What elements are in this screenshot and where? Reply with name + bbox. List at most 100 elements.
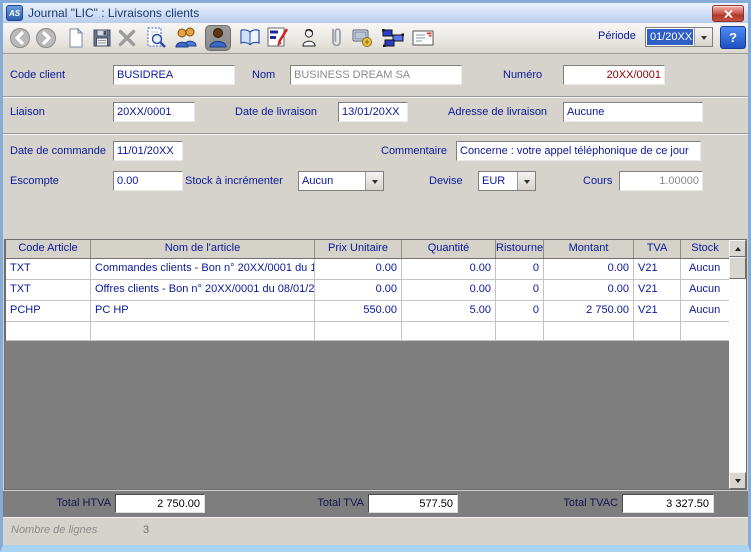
cell-quantite: 5.00 xyxy=(402,301,496,321)
cell-ristourne: 0 xyxy=(496,259,544,279)
scroll-down-button[interactable] xyxy=(729,472,746,489)
attachment-icon xyxy=(327,26,345,50)
column-header[interactable]: Quantité xyxy=(402,240,496,258)
commentaire-field[interactable] xyxy=(456,141,701,161)
close-button[interactable] xyxy=(712,5,744,22)
scrollbar-thumb[interactable] xyxy=(729,257,746,279)
payment-button[interactable] xyxy=(350,25,376,51)
stock-incrementer-value: Aucun xyxy=(299,172,365,190)
email-button[interactable] xyxy=(410,25,436,51)
cell-stock: Aucun xyxy=(681,280,730,300)
adresse-livraison-label: Adresse de livraison xyxy=(448,102,547,122)
lines-grid: Code Article Nom de l'article Prix Unita… xyxy=(5,240,730,341)
cell-tva: V21 xyxy=(634,301,681,321)
vertical-scrollbar[interactable] xyxy=(729,240,746,489)
help-button[interactable]: ? xyxy=(720,26,746,49)
scrollbar-track[interactable] xyxy=(729,279,746,472)
calendar-button[interactable] xyxy=(265,25,291,51)
line-count-value: 3 xyxy=(143,524,149,536)
scroll-up-button[interactable] xyxy=(729,240,746,257)
column-header[interactable]: Prix Unitaire xyxy=(315,240,402,258)
empty-table-row[interactable] xyxy=(6,322,730,341)
status-bar: Nombre de lignes 3 xyxy=(3,517,748,546)
code-client-label: Code client xyxy=(10,65,65,85)
nom-field xyxy=(290,65,462,85)
titlebar: AS Journal "LIC" : Livraisons clients xyxy=(3,3,748,23)
total-tvac-field xyxy=(622,494,714,513)
cell-tva: V21 xyxy=(634,259,681,279)
window-title: Journal "LIC" : Livraisons clients xyxy=(28,6,199,20)
code-client-field[interactable] xyxy=(113,65,235,85)
stock-dropdown-button[interactable] xyxy=(365,172,383,190)
cell-montant: 0.00 xyxy=(544,280,634,300)
application-window: AS Journal "LIC" : Livraisons clients Pé… xyxy=(0,0,751,552)
new-document-icon xyxy=(65,27,87,49)
column-header[interactable]: Nom de l'article xyxy=(91,240,315,258)
back-button[interactable] xyxy=(7,25,33,51)
column-header[interactable]: Stock xyxy=(681,240,730,258)
chevron-down-icon xyxy=(701,36,707,43)
cell-quantite: 0.00 xyxy=(402,259,496,279)
forward-icon xyxy=(35,27,57,49)
new-document-button[interactable] xyxy=(63,25,89,51)
column-header[interactable]: Ristourne xyxy=(496,240,544,258)
app-logo-icon: AS xyxy=(6,5,23,21)
structure-button[interactable] xyxy=(380,25,406,51)
total-htva-field xyxy=(115,494,205,513)
table-row[interactable]: TXT Commandes clients - Bon n° 20XX/0001… xyxy=(6,259,730,280)
cell-montant: 2 750.00 xyxy=(544,301,634,321)
escompte-field[interactable] xyxy=(113,171,183,191)
lines-table: Code Article Nom de l'article Prix Unita… xyxy=(4,239,747,490)
attachment-button[interactable] xyxy=(323,25,349,51)
column-header[interactable]: Code Article xyxy=(6,240,91,258)
forward-button[interactable] xyxy=(33,25,59,51)
payment-icon xyxy=(351,27,375,49)
devise-dropdown-button[interactable] xyxy=(517,172,535,190)
cell-prix-unitaire: 0.00 xyxy=(315,280,402,300)
period-dropdown-button[interactable] xyxy=(694,28,712,46)
cell-stock: Aucun xyxy=(681,259,730,279)
toolbar: Période 01/20XX ? xyxy=(3,23,748,54)
table-header-row: Code Article Nom de l'article Prix Unita… xyxy=(6,240,730,259)
liaison-field[interactable] xyxy=(113,102,195,122)
clients-button[interactable] xyxy=(173,25,199,51)
liaison-label: Liaison xyxy=(10,102,45,122)
period-dropdown[interactable]: 01/20XX xyxy=(645,27,713,47)
client-button[interactable] xyxy=(205,25,231,51)
back-icon xyxy=(9,27,31,49)
devise-value: EUR xyxy=(479,172,517,190)
cell-prix-unitaire: 550.00 xyxy=(315,301,402,321)
cell-stock: Aucun xyxy=(681,301,730,321)
clients-icon xyxy=(173,26,199,50)
cell-nom-article: Offres clients - Bon n° 20XX/0001 du 08/… xyxy=(91,280,315,300)
client-icon xyxy=(206,26,230,50)
period-label: Période xyxy=(598,30,636,42)
cell-code-article: TXT xyxy=(6,280,91,300)
cell-code-article: TXT xyxy=(6,259,91,279)
stock-incrementer-select[interactable]: Aucun xyxy=(298,171,384,191)
column-header[interactable]: Montant xyxy=(544,240,634,258)
section-divider xyxy=(3,133,748,135)
cell-nom-article: Commandes clients - Bon n° 20XX/0001 du … xyxy=(91,259,315,279)
line-count-label: Nombre de lignes xyxy=(11,524,97,536)
date-commande-field[interactable] xyxy=(113,141,183,161)
devise-label: Devise xyxy=(429,171,463,191)
contact-icon xyxy=(299,27,319,49)
date-livraison-field[interactable] xyxy=(338,102,408,122)
numero-field[interactable] xyxy=(563,65,665,85)
period-value: 01/20XX xyxy=(647,29,693,45)
cell-nom-article: PC HP xyxy=(91,301,315,321)
chevron-down-icon xyxy=(372,180,378,187)
contact-button[interactable] xyxy=(296,25,322,51)
column-header[interactable]: TVA xyxy=(634,240,681,258)
devise-select[interactable]: EUR xyxy=(478,171,536,191)
table-row[interactable]: TXT Offres clients - Bon n° 20XX/0001 du… xyxy=(6,280,730,301)
adresse-livraison-field[interactable] xyxy=(563,102,703,122)
catalog-button[interactable] xyxy=(237,25,263,51)
delete-button[interactable] xyxy=(114,25,140,51)
save-button[interactable] xyxy=(89,25,115,51)
date-commande-label: Date de commande xyxy=(10,141,106,161)
table-row[interactable]: PCHP PC HP 550.00 5.00 0 2 750.00 V21 Au… xyxy=(6,301,730,322)
print-preview-button[interactable] xyxy=(143,25,169,51)
stock-incrementer-label: Stock à incrémenter xyxy=(185,171,283,191)
